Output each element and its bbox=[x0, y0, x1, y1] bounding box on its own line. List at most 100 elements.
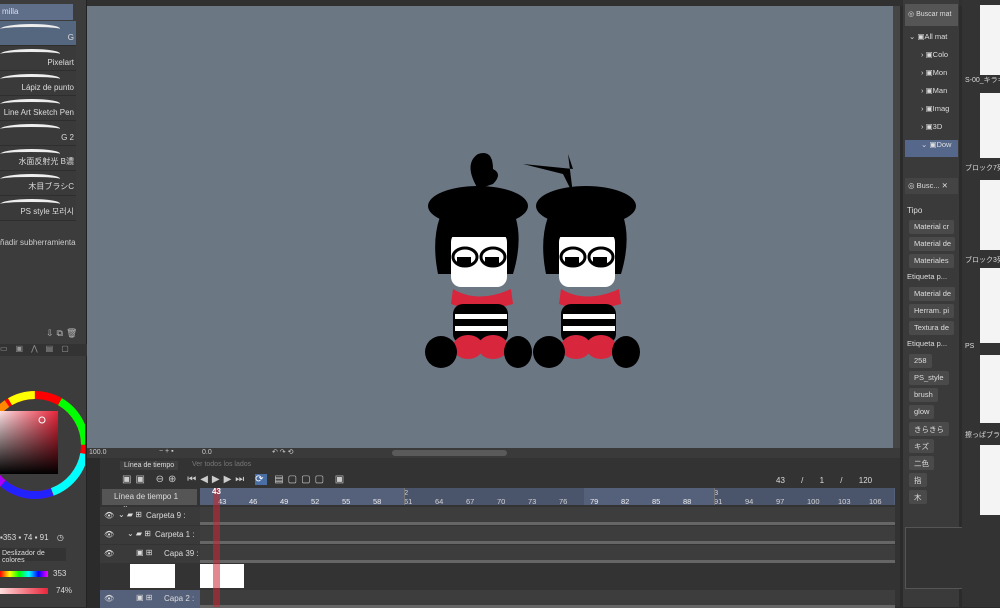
frame-tick: 88 bbox=[683, 497, 692, 506]
cel-thumbnail[interactable] bbox=[130, 564, 175, 588]
canvas-horizontal-scrollbar[interactable] bbox=[392, 450, 507, 456]
material-tag[interactable]: 二色 bbox=[909, 456, 934, 470]
material-tag[interactable]: 指 bbox=[909, 473, 927, 487]
material-tag[interactable]: glow bbox=[909, 405, 935, 419]
material-thumbnail[interactable] bbox=[980, 268, 1000, 343]
layer-row[interactable]: 👁 ▣ ⊞ Capa 39 : bbox=[100, 545, 200, 563]
material-thumbnails: S-00_キラキラブロック7列ブロック3列 PS 擦っぱブラシ bbox=[962, 0, 1000, 607]
material-tag[interactable]: Material cr bbox=[909, 220, 955, 234]
timeline-selector[interactable]: Línea de tiempo 1 ⌄ bbox=[102, 489, 197, 510]
material-tree-item[interactable]: ⌄ ▣Dow bbox=[905, 140, 958, 157]
timeline-toolbar[interactable]: ▣▣ ⊖⊕ ⏮◀▶▶⏭ ⟳ ▤▢▢▢ ▣ bbox=[122, 474, 348, 485]
material-thumbnail[interactable] bbox=[980, 180, 1000, 250]
frame-tick: 55 bbox=[342, 497, 351, 506]
panel-actions[interactable]: ⇩⧉🗑 bbox=[46, 328, 80, 339]
saturation-slider[interactable] bbox=[0, 588, 48, 594]
brush-item[interactable]: Line Art Sketch Pen bbox=[0, 96, 76, 121]
eye-icon[interactable]: 👁 bbox=[104, 549, 114, 558]
material-tag[interactable]: きらきら bbox=[909, 422, 949, 436]
layer-icon: ▣ ⊞ bbox=[136, 548, 153, 557]
eye-icon[interactable]: 👁 bbox=[104, 594, 114, 603]
material-tag[interactable]: 258 bbox=[909, 354, 932, 368]
material-tag[interactable]: 木 bbox=[909, 490, 927, 504]
zoom-value[interactable]: 100.0 bbox=[89, 449, 107, 456]
material-tag[interactable]: Materiales bbox=[909, 254, 954, 268]
material-thumbnail[interactable] bbox=[980, 355, 1000, 423]
thumbnail-caption: ブロック3列 bbox=[965, 257, 1000, 264]
thumbnail-caption: ブロック7列 bbox=[965, 165, 1000, 172]
layer-row[interactable]: 👁 ⌄ ▰ ⊞ Carpeta 9 : bbox=[100, 507, 200, 525]
eye-icon[interactable]: 👁 bbox=[104, 511, 114, 520]
folder-icon: ⌄ ▰ ⊞ bbox=[127, 529, 152, 538]
material-tag[interactable]: キズ bbox=[909, 439, 934, 453]
layer-track[interactable] bbox=[200, 545, 895, 563]
thumbnail-caption: PS bbox=[965, 343, 975, 350]
brush-label: G bbox=[67, 33, 74, 42]
frame-tick: 79 bbox=[590, 497, 599, 506]
tab-timeline[interactable]: Línea de tiempo bbox=[120, 461, 179, 470]
thumbnail-caption: S-00_キラキラ bbox=[965, 77, 1000, 84]
color-wheel[interactable] bbox=[0, 388, 85, 503]
brush-stroke-preview bbox=[0, 124, 62, 134]
material-tag[interactable]: Herram. pi bbox=[909, 304, 955, 318]
rotation-value[interactable]: 0.0 bbox=[202, 449, 212, 456]
material-thumbnail[interactable] bbox=[980, 5, 1000, 75]
color-slider-tab[interactable]: Deslizador de colores bbox=[0, 548, 66, 564]
frame-tick: 85 bbox=[652, 497, 661, 506]
brush-item[interactable]: Pixelart bbox=[0, 46, 76, 71]
frame-ruler[interactable]: 43 46 49 52 55 58 61 64 67 70 73 76 79 82 85 88 91 94 97 10… bbox=[200, 488, 895, 506]
playhead-label: 43 bbox=[212, 487, 221, 496]
brush-label: 木目ブラシC bbox=[28, 182, 74, 191]
material-thumbnail[interactable] bbox=[980, 93, 1000, 158]
material-tree-item[interactable]: › ▣Colo bbox=[905, 50, 958, 67]
material-tree-item[interactable]: › ▣3D bbox=[905, 122, 958, 139]
brush-item[interactable]: 木目ブラシC bbox=[0, 171, 76, 196]
frame-tick: 58 bbox=[373, 497, 382, 506]
rotate-buttons[interactable]: ↶ ↷ ⟲ bbox=[272, 448, 294, 456]
material-tag[interactable]: brush bbox=[909, 388, 938, 402]
layer-row[interactable]: 👁 ▣ ⊞ Capa 2 : bbox=[100, 590, 200, 608]
material-tag[interactable]: Material de bbox=[909, 237, 955, 251]
brush-label: Line Art Sketch Pen bbox=[3, 108, 74, 117]
brush-label: Pixelart bbox=[47, 58, 74, 67]
material-thumbnail[interactable] bbox=[980, 445, 1000, 515]
material-tag[interactable]: Material de bbox=[909, 287, 955, 301]
material-tree-item[interactable]: ⌄ ▣All mat bbox=[905, 32, 958, 49]
color-tabs[interactable]: ▭▣⋀▤▢ bbox=[0, 344, 87, 356]
brush-label: G 2 bbox=[61, 133, 74, 142]
brush-item[interactable]: Lápiz de punto bbox=[0, 71, 76, 96]
material-search-small[interactable]: ◎ Busc... ✕ bbox=[905, 178, 958, 194]
eye-icon[interactable]: 👁 bbox=[104, 530, 114, 539]
layer-track[interactable] bbox=[200, 507, 895, 525]
material-tree-item[interactable]: › ▣Mon bbox=[905, 68, 958, 85]
cel-thumbnail[interactable] bbox=[200, 564, 244, 588]
layer-icon: ▣ ⊞ bbox=[136, 593, 153, 602]
saturation-value[interactable]: 74% bbox=[56, 586, 72, 595]
tab-view-all[interactable]: Ver todos los lados bbox=[192, 461, 251, 468]
material-tree-item[interactable]: › ▣Man bbox=[905, 86, 958, 103]
material-tree-item[interactable]: › ▣Imag bbox=[905, 104, 958, 121]
material-search-tab[interactable]: ◎ Buscar mat bbox=[905, 4, 958, 26]
layer-name: Capa 2 : bbox=[164, 594, 195, 603]
canvas[interactable] bbox=[87, 6, 893, 448]
layer-row[interactable]: 👁 ⌄ ▰ ⊞ Carpeta 1 : bbox=[100, 526, 200, 544]
brush-label: PS style 모러시 bbox=[20, 207, 74, 216]
brush-item[interactable]: G 2 bbox=[0, 121, 76, 146]
brush-item[interactable]: PS style 모러시 bbox=[0, 196, 76, 221]
brush-item[interactable]: 水面反射光 B濃 bbox=[0, 146, 76, 171]
type-label: Tipo bbox=[907, 206, 923, 215]
brush-item[interactable]: G bbox=[0, 21, 76, 46]
add-subtool-link[interactable]: ñadir subherramienta bbox=[0, 238, 76, 247]
hue-slider[interactable] bbox=[0, 571, 48, 577]
layer-track[interactable] bbox=[200, 590, 895, 608]
canvas-vertical-scrollbar[interactable] bbox=[893, 6, 900, 448]
playhead[interactable] bbox=[213, 488, 220, 607]
layer-track[interactable] bbox=[200, 526, 895, 544]
zoom-buttons[interactable]: − + ▪ bbox=[159, 448, 174, 455]
layer-name: Carpeta 9 : bbox=[146, 511, 186, 520]
material-tag[interactable]: PS_style bbox=[909, 371, 949, 385]
tag-label: Etiqueta p... bbox=[907, 339, 948, 348]
brush-group-header[interactable]: milla bbox=[0, 4, 73, 20]
material-tag[interactable]: Textura de bbox=[909, 321, 955, 335]
hue-value[interactable]: 353 bbox=[53, 569, 66, 578]
